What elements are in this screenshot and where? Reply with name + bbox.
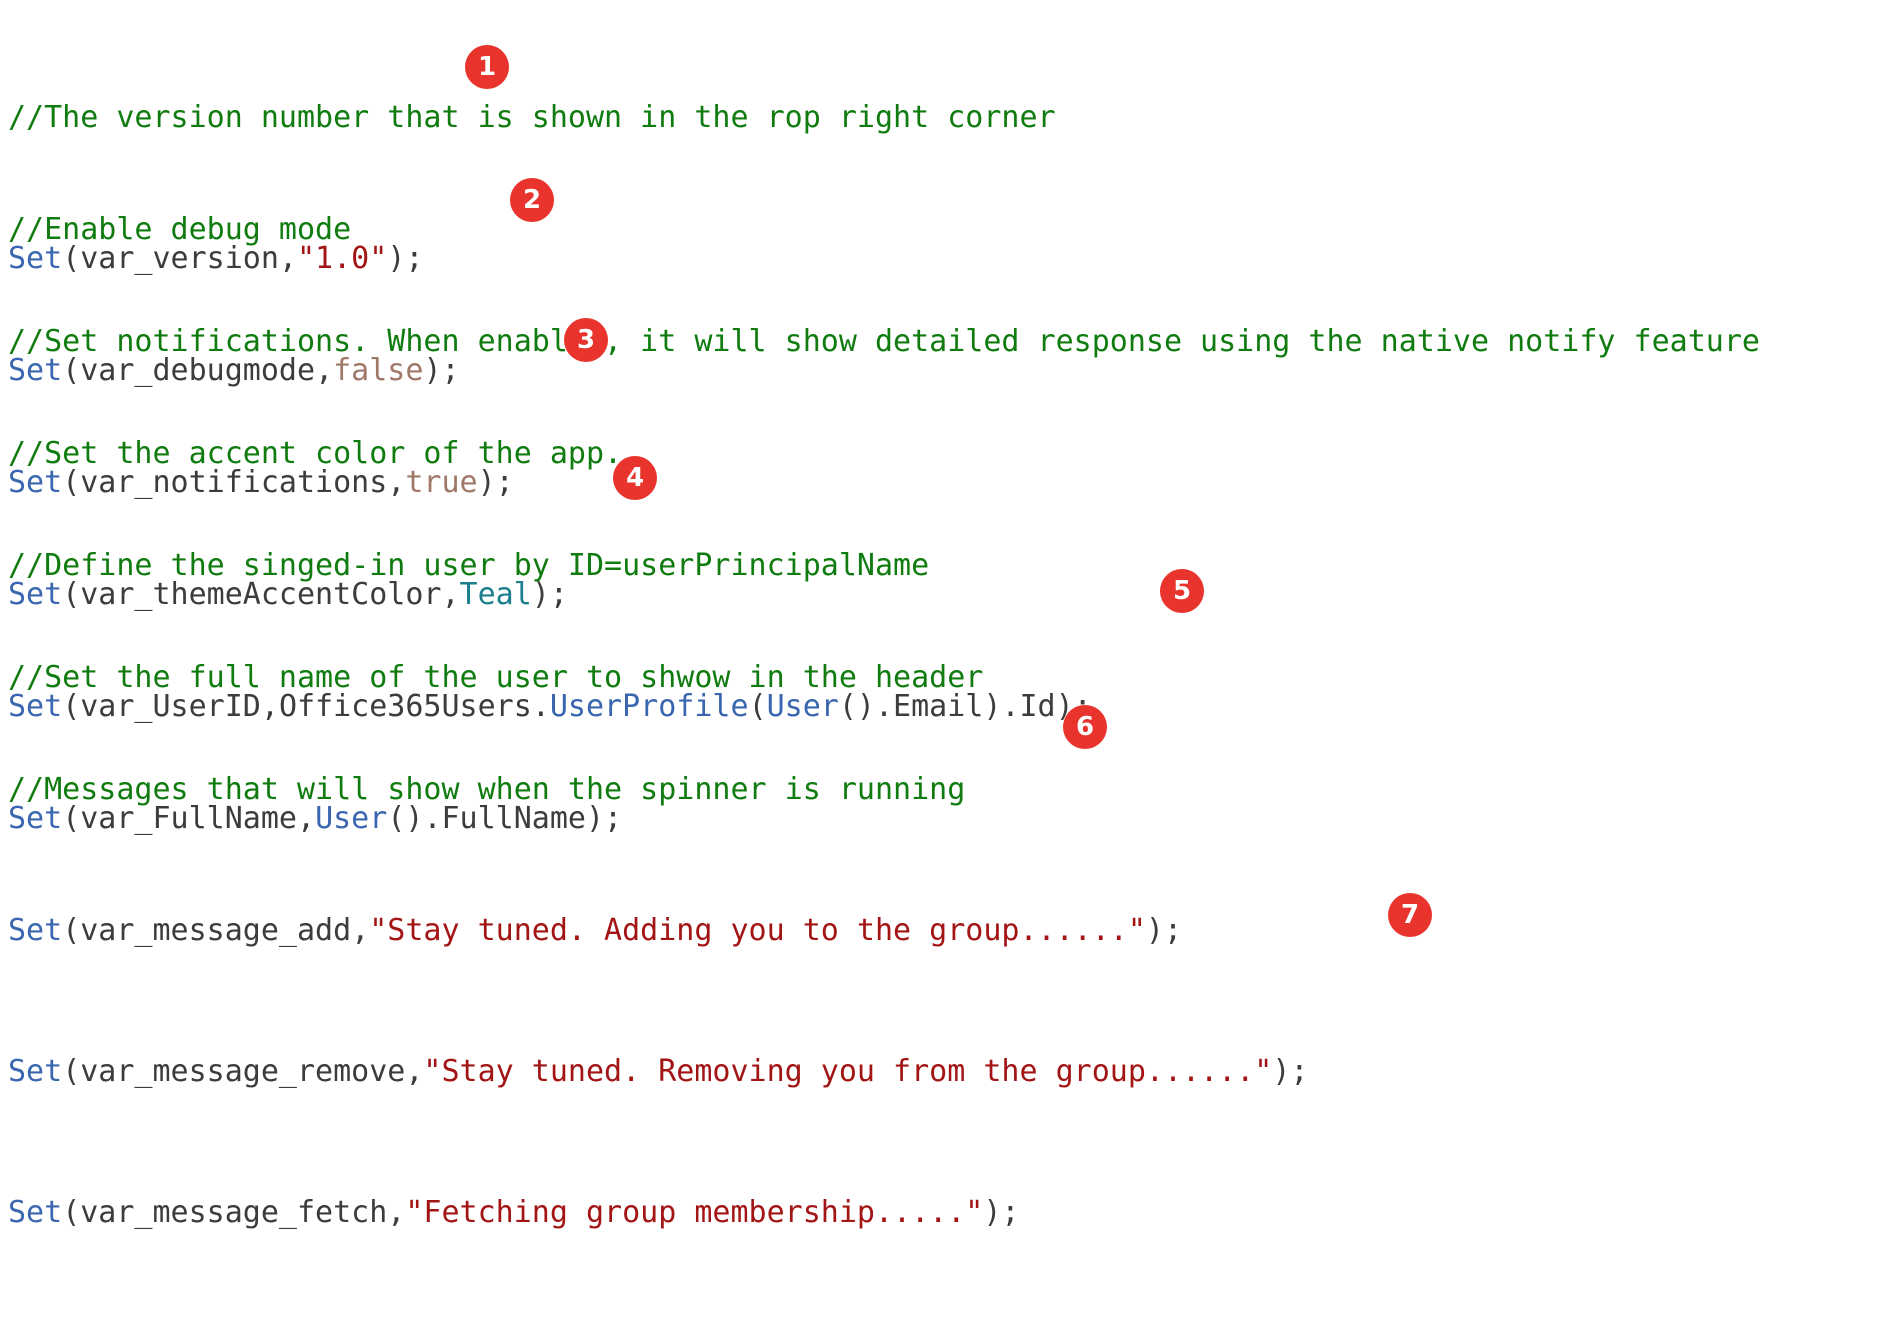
annotation-marker-5: 5 <box>1160 569 1204 613</box>
comma: , <box>351 913 370 948</box>
statement-line-message-fetch: Set(var_message_fetch,"Fetching group me… <box>8 1189 1308 1236</box>
paren-open: ( <box>62 913 81 948</box>
comma: , <box>387 1195 406 1230</box>
variable-name-var-message-fetch: var_message_fetch <box>80 1195 388 1230</box>
annotation-marker-2: 2 <box>510 178 554 222</box>
paren-close-semicolon: ); <box>983 1195 1020 1230</box>
string-literal-message-add: "Stay tuned. Adding you to the group....… <box>369 913 1146 948</box>
function-name-set: Set <box>8 1054 63 1089</box>
statement-line-message-add: Set(var_message_add,"Stay tuned. Adding … <box>8 907 1308 954</box>
code-snippet-canvas: //The version number that is shown in th… <box>0 0 1892 1230</box>
string-literal-message-remove: "Stay tuned. Removing you from the group… <box>423 1054 1273 1089</box>
comma: , <box>405 1054 424 1089</box>
function-name-set: Set <box>8 913 63 948</box>
annotation-marker-1: 1 <box>465 45 509 89</box>
statement-line-message-remove: Set(var_message_remove,"Stay tuned. Remo… <box>8 1048 1308 1095</box>
variable-name-var-message-remove: var_message_remove <box>80 1054 406 1089</box>
paren-open: ( <box>62 1195 81 1230</box>
annotation-marker-3: 3 <box>564 318 608 362</box>
paren-close-semicolon: ); <box>1145 913 1183 948</box>
string-literal-message-fetch: "Fetching group membership....." <box>405 1195 984 1230</box>
annotation-marker-7: 7 <box>1388 893 1432 937</box>
variable-name-var-message-add: var_message_add <box>80 913 352 948</box>
code-block-messages: //Messages that will show when the spinn… <box>8 672 1308 1330</box>
paren-close-semicolon: ); <box>1272 1054 1309 1089</box>
annotation-marker-4: 4 <box>613 456 657 500</box>
paren-open: ( <box>62 1054 81 1089</box>
comment-line-messages: //Messages that will show when the spinn… <box>8 772 966 807</box>
annotation-marker-6: 6 <box>1063 705 1107 749</box>
function-name-set: Set <box>8 1195 63 1230</box>
